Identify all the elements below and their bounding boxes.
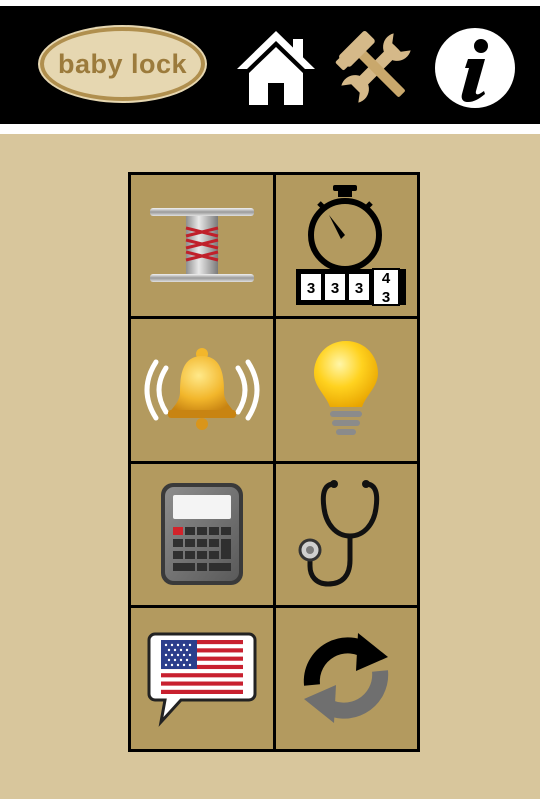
info-button[interactable]	[432, 25, 518, 111]
calculator-icon	[160, 483, 243, 586]
stitch-counter-tile[interactable]: 3 3 3 4 3	[275, 175, 417, 317]
calculator-tile[interactable]	[131, 463, 273, 605]
ringing-bell-icon	[144, 347, 260, 430]
home-button[interactable]	[233, 25, 319, 111]
us-flag-speech-icon	[147, 632, 257, 728]
counter-digit-2: 3	[331, 280, 339, 297]
counter-digit-4: 4	[382, 270, 391, 287]
light-tile[interactable]	[275, 319, 417, 461]
light-bulb-icon	[314, 340, 379, 435]
header-bar: baby lock	[0, 6, 540, 124]
refresh-icon	[304, 633, 389, 724]
menu-grid: 3 3 3 4 3	[128, 172, 420, 752]
reset-tile[interactable]	[275, 607, 417, 749]
counter-digit-5: 3	[382, 289, 390, 306]
stethoscope-icon	[298, 480, 380, 587]
tools-icon	[335, 31, 411, 103]
counter-digit-1: 3	[307, 280, 315, 297]
bobbin-tile[interactable]	[131, 175, 273, 317]
diagnostics-tile[interactable]	[275, 463, 417, 605]
stopwatch-counter-icon: 3 3 3 4 3	[296, 184, 407, 306]
bobbin-icon	[149, 207, 254, 282]
language-tile[interactable]	[131, 607, 273, 749]
settings-button[interactable]	[333, 25, 419, 111]
info-icon	[435, 28, 515, 108]
baby-lock-logo[interactable]: baby lock	[40, 27, 205, 101]
main-panel: 3 3 3 4 3	[0, 134, 540, 799]
logo-text: baby lock	[57, 48, 188, 79]
home-icon	[237, 31, 315, 105]
alarm-tile[interactable]	[131, 319, 273, 461]
counter-digit-3: 3	[355, 280, 363, 297]
